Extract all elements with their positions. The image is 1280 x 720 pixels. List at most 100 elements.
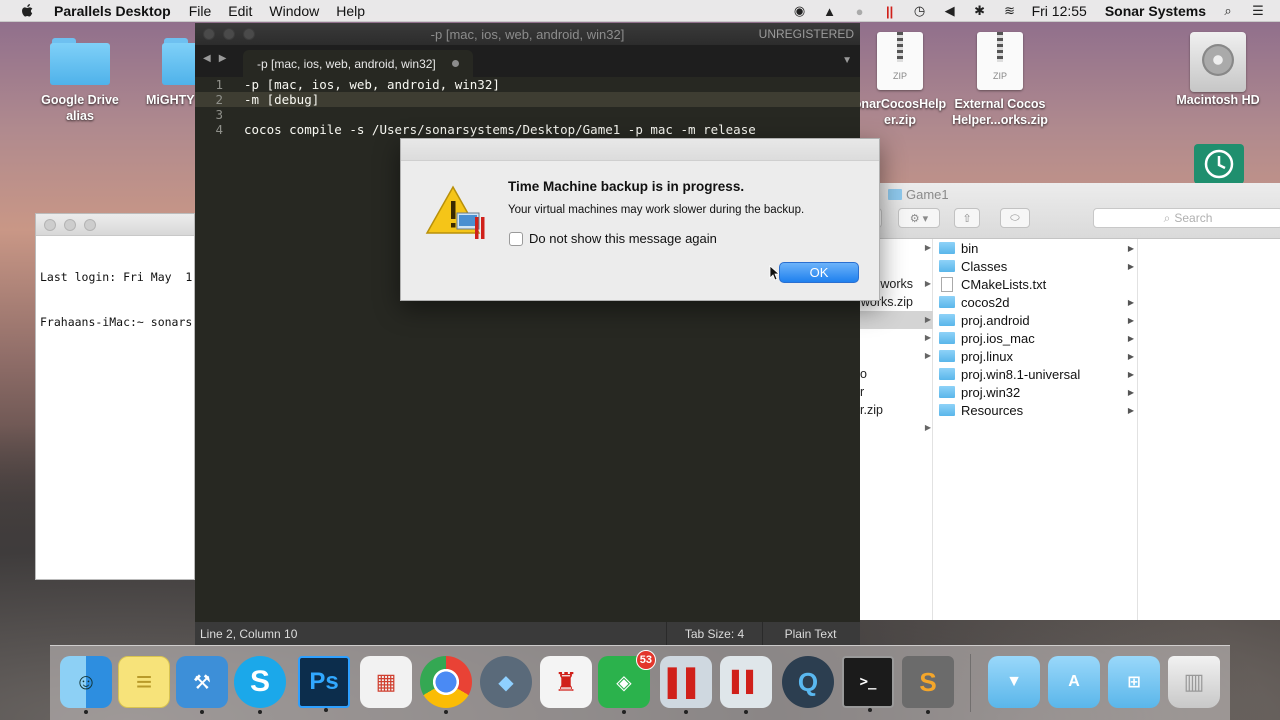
list-item[interactable]: r <box>860 383 933 401</box>
dock-feedly[interactable]: ◈ 53 <box>598 650 656 714</box>
popcorn-icon: ♜ <box>554 666 578 697</box>
dock-trash[interactable]: ▥ <box>1168 656 1220 708</box>
dock-crystal-app[interactable]: ◆ <box>480 656 532 708</box>
list-item[interactable]: proj.win32 ▶ <box>933 383 1138 401</box>
dialog-titlebar <box>401 139 879 161</box>
list-item[interactable]: proj.ios_mac ▶ <box>933 329 1138 347</box>
dock-terminal[interactable]: >_ <box>842 656 894 712</box>
dont-show-again-option[interactable]: Do not show this message again <box>509 231 717 246</box>
finder-window[interactable]: Game1 ⌄ ⚙ ▾ ⇧ ⬭ ⌕ Search ▶ works▶ works.… <box>860 183 1280 620</box>
editor-titlebar[interactable]: -p [mac, ios, web, android, win32] UNREG… <box>195 23 860 45</box>
grid-icon: ▦ <box>375 669 397 694</box>
tab-size-selector[interactable]: Tab Size: 4 <box>666 622 762 645</box>
checkbox-label[interactable]: Do not show this message again <box>529 231 717 246</box>
dock-parallels-vm2[interactable]: ▌▌ <box>720 656 772 714</box>
minimap[interactable] <box>772 79 852 99</box>
zoom-button[interactable] <box>84 218 96 231</box>
dock-photoshop[interactable]: Ps <box>298 656 350 712</box>
dock-popcorn-time[interactable]: ♜ <box>540 656 592 708</box>
dock-quicktime[interactable]: Q <box>782 656 834 708</box>
list-item[interactable]: bin ▶ <box>933 239 1138 257</box>
list-item[interactable]: r.zip <box>860 401 933 419</box>
parallels-icon[interactable]: || <box>882 3 898 19</box>
google-drive-icon[interactable]: ▲ <box>822 3 838 19</box>
terminal-icon: >_ <box>859 674 877 690</box>
desktop-icon-macintosh-hd[interactable]: Macintosh HD <box>1168 32 1268 108</box>
list-item[interactable]: cocos2d ▶ <box>933 293 1138 311</box>
chevron-right-icon: ▶ <box>1127 261 1134 271</box>
folder-icon <box>939 386 955 398</box>
desktop-icon-external-cocos-helper-zip[interactable]: ZIP External Cocos Helper...orks.zip <box>950 32 1050 128</box>
apple-menu-icon[interactable] <box>18 3 38 19</box>
menu-edit[interactable]: Edit <box>228 3 252 19</box>
desktop-icon-sonar-cocos-helper-zip[interactable]: ZIP onarCocosHelp er.zip <box>850 32 950 128</box>
cursor-position: Line 2, Column 10 <box>200 626 298 641</box>
unsaved-dot-icon[interactable] <box>452 60 459 67</box>
active-app-name[interactable]: Parallels Desktop <box>54 3 171 19</box>
menu-file[interactable]: File <box>189 3 212 19</box>
menu-help[interactable]: Help <box>336 3 365 19</box>
list-item[interactable]: proj.win8.1-universal ▶ <box>933 365 1138 383</box>
minimize-button[interactable] <box>64 218 76 231</box>
menu-clock[interactable]: Fri 12:55 <box>1032 3 1087 19</box>
list-item[interactable]: ▶ <box>860 347 933 365</box>
ok-button[interactable]: OK <box>779 262 859 283</box>
dock-windows-folder[interactable]: ⊞ <box>1108 656 1160 708</box>
editor-tab[interactable]: -p [mac, ios, web, android, win32] <box>243 50 473 77</box>
chevron-right-icon: ▶ <box>1127 405 1134 415</box>
list-item[interactable]: o <box>860 365 933 383</box>
tab-menu-icon[interactable]: ▼ <box>842 55 852 66</box>
terminal-titlebar[interactable] <box>36 214 194 236</box>
list-item[interactable]: proj.linux ▶ <box>933 347 1138 365</box>
menu-window[interactable]: Window <box>269 3 319 19</box>
dock-chrome[interactable] <box>420 656 472 714</box>
search-field[interactable]: ⌕ Search <box>1093 208 1280 228</box>
zip-label: ZIP <box>992 71 1007 81</box>
dock-parallels-vm[interactable]: ▌▌ <box>660 656 712 714</box>
spotlight-search-icon[interactable]: ⌕ <box>1220 3 1236 19</box>
dock-xcode[interactable]: ⚒ <box>176 656 228 714</box>
tab-prev-icon[interactable]: ◀ <box>203 53 211 64</box>
document-icon <box>941 276 953 292</box>
list-item[interactable]: CMakeLists.txt <box>933 275 1138 293</box>
list-item-selected[interactable]: ▶ <box>860 311 933 329</box>
list-item[interactable]: ▶ <box>860 329 933 347</box>
time-machine-alert-dialog: Time Machine backup is in progress. Your… <box>400 138 880 301</box>
action-gear-button[interactable]: ⚙ ▾ <box>898 208 940 228</box>
notification-bell-icon[interactable]: ● <box>852 3 868 19</box>
list-item[interactable]: Classes ▶ <box>933 257 1138 275</box>
desktop-icon-mighty[interactable]: MiGHTY <box>120 38 195 108</box>
terminal-window[interactable]: Last login: Fri May 1 Frahaans-iMac:~ so… <box>35 213 195 580</box>
time-machine-drive-icon[interactable] <box>1194 144 1244 184</box>
volume-icon[interactable]: ◀ <box>942 3 958 19</box>
dock-sublime-text[interactable]: S <box>902 656 954 714</box>
terminal-output[interactable]: Last login: Fri May 1 Frahaans-iMac:~ so… <box>36 236 194 364</box>
list-item[interactable]: Resources ▶ <box>933 401 1138 419</box>
dont-show-again-checkbox[interactable] <box>509 231 523 246</box>
code-line-current: 2 -m [debug] <box>195 92 860 107</box>
dock-finder[interactable]: ☺ <box>60 656 112 714</box>
share-button[interactable]: ⇧ <box>954 208 980 228</box>
desktop-icon-label: onarCocosHelp er.zip <box>853 97 947 127</box>
desktop-icon-google-drive[interactable]: Google Drive alias <box>30 38 130 124</box>
folder-icon: ⊞ <box>1127 674 1141 691</box>
menu-user[interactable]: Sonar Systems <box>1105 3 1206 19</box>
dock-skype[interactable]: S <box>234 656 286 714</box>
list-item[interactable]: proj.android ▶ <box>933 311 1138 329</box>
wifi-icon[interactable]: ≋ <box>1002 3 1018 19</box>
dock-downloads-folder[interactable]: ▼ <box>988 656 1040 708</box>
list-item[interactable]: ▶ <box>860 419 933 437</box>
time-machine-icon[interactable]: ◷ <box>912 3 928 19</box>
tags-button[interactable]: ⬭ <box>1000 208 1030 228</box>
close-button[interactable] <box>44 218 56 231</box>
notification-center-icon[interactable]: ☰ <box>1250 3 1266 19</box>
dock-launchpad[interactable]: ▦ <box>360 656 412 708</box>
sublime-text-window[interactable]: -p [mac, ios, web, android, win32] UNREG… <box>195 23 860 645</box>
syntax-selector[interactable]: Plain Text <box>762 622 858 645</box>
dock-notes[interactable]: ≡ <box>118 656 170 708</box>
bluetooth-icon[interactable]: ✱ <box>972 3 988 19</box>
chevron-right-icon: ▶ <box>1127 315 1134 325</box>
dock-applications-folder[interactable]: A <box>1048 656 1100 708</box>
tab-next-icon[interactable]: ▶ <box>219 53 227 64</box>
record-icon[interactable]: ◉ <box>792 3 808 19</box>
